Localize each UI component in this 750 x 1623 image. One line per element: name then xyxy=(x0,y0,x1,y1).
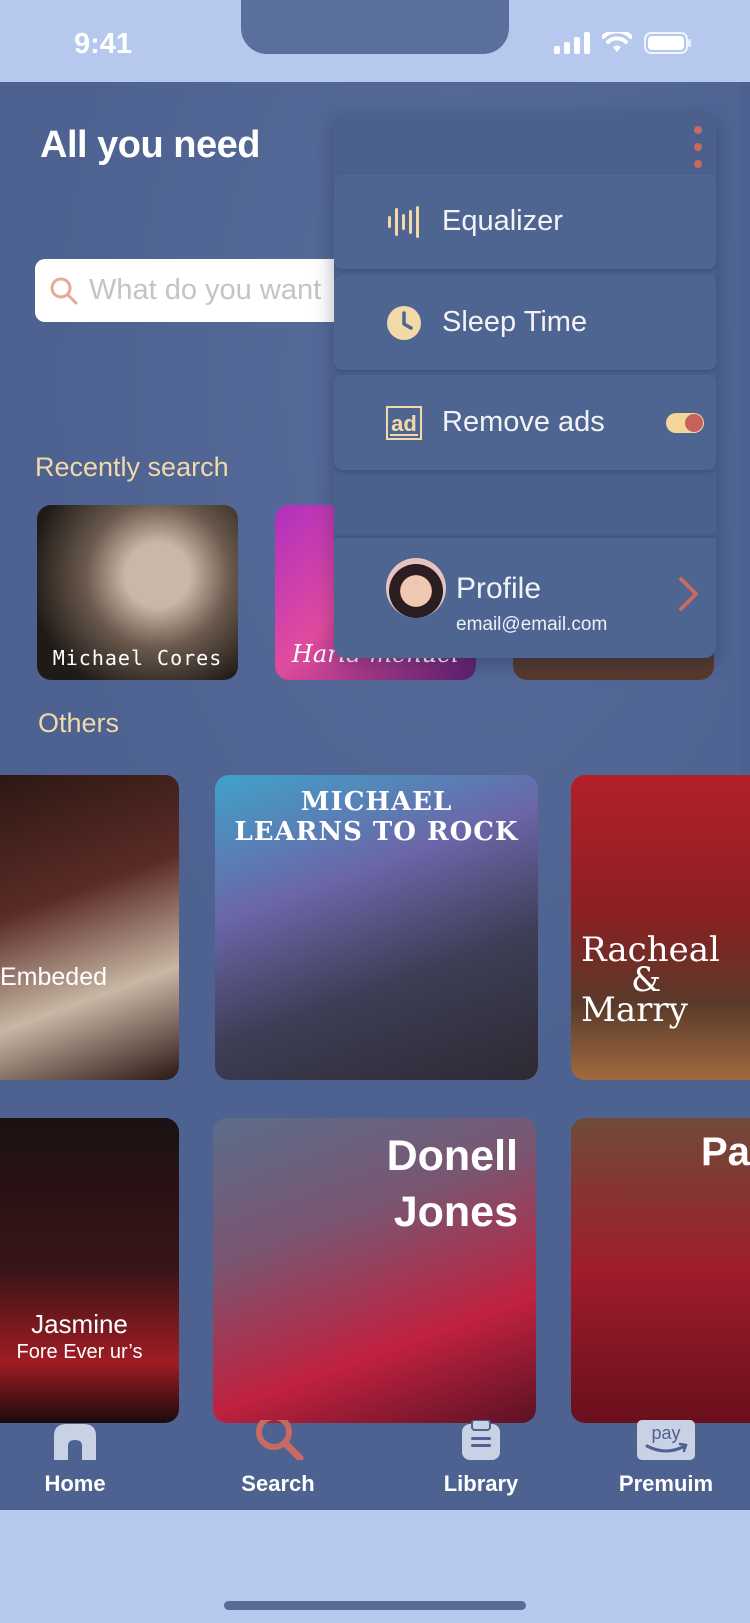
menu-item-sleep-time[interactable]: Sleep Time xyxy=(334,275,716,370)
menu-item-label: Remove ads xyxy=(442,406,605,438)
card-label-line: Marry xyxy=(581,990,688,1030)
tab-home[interactable]: Home xyxy=(5,1420,145,1497)
profile-row[interactable]: Profile email@email.com xyxy=(334,538,716,658)
tab-label: Premuim xyxy=(618,1471,714,1496)
status-icons xyxy=(554,32,692,54)
svg-text:ad: ad xyxy=(391,411,417,436)
card-label-line: Jasmine xyxy=(31,1309,128,1339)
profile-email: email@email.com xyxy=(456,614,608,635)
card-label-line: Racheal xyxy=(581,930,720,970)
menu-item-equalizer[interactable]: Equalizer xyxy=(334,174,716,269)
more-options-icon[interactable] xyxy=(688,126,708,168)
card-label: Michael Cores xyxy=(52,646,223,670)
toggle-knob xyxy=(685,413,703,432)
card-label: Pa xyxy=(701,1130,750,1174)
tab-search[interactable]: Search xyxy=(208,1414,348,1497)
card-label: MICHAEL LEARNS TO ROCK xyxy=(215,787,538,847)
tab-bar: Home Search Library pay Premuim xyxy=(0,1414,750,1510)
profile-name: Profile xyxy=(456,572,542,605)
section-others: Others xyxy=(38,708,120,738)
album-card-jasmine[interactable]: Jasmine Fore Ever ur’s xyxy=(0,1118,179,1423)
card-label-line: Donell xyxy=(386,1132,518,1180)
card-label-line: MICHAEL xyxy=(300,787,453,817)
card-label: Jasmine Fore Ever ur’s xyxy=(0,1310,179,1366)
tab-label: Home xyxy=(44,1471,106,1496)
search-icon xyxy=(50,277,78,304)
page-title: All you need xyxy=(40,124,260,166)
tab-library[interactable]: Library xyxy=(411,1419,551,1497)
album-card-racheal-marry[interactable]: Racheal & Marry xyxy=(571,775,750,1080)
clock-icon xyxy=(386,305,422,341)
card-label-line: LEARNS TO ROCK xyxy=(234,817,519,847)
menu-item-label: Sleep Time xyxy=(442,306,588,338)
card-label: Embeded xyxy=(0,963,108,991)
card-label-line: Fore Ever ur’s xyxy=(16,1341,143,1363)
home-indicator xyxy=(224,1601,526,1610)
tab-label: Search xyxy=(241,1471,315,1496)
menu-item-label: Equalizer xyxy=(442,205,563,237)
remove-ads-toggle[interactable] xyxy=(666,412,704,433)
recent-card-michael-cores[interactable]: Michael Cores xyxy=(37,505,238,680)
battery-icon xyxy=(644,32,691,54)
card-label: Donell Jones xyxy=(213,1128,536,1240)
svg-text:pay: pay xyxy=(651,1423,680,1443)
album-card-donell-jones[interactable]: Donell Jones xyxy=(213,1118,536,1423)
avatar xyxy=(386,558,446,618)
album-card-embeded[interactable]: Embeded xyxy=(0,775,179,1080)
equalizer-icon xyxy=(386,204,422,240)
cellular-signal-icon xyxy=(554,32,590,54)
card-label: Racheal & Marry xyxy=(571,930,750,1030)
chevron-right-icon[interactable] xyxy=(678,576,700,612)
home-icon xyxy=(54,1424,96,1460)
ad-icon: ad xyxy=(386,405,422,441)
clipboard-icon xyxy=(462,1419,500,1460)
amazon-pay-icon: pay xyxy=(637,1420,695,1460)
notch xyxy=(241,0,509,54)
status-time: 9:41 xyxy=(74,28,133,60)
tab-premium[interactable]: pay Premuim xyxy=(596,1420,736,1497)
section-recently-search: Recently search xyxy=(35,452,229,482)
card-label-line: Jones xyxy=(393,1188,518,1236)
wifi-icon xyxy=(602,32,632,52)
options-menu: Equalizer Sleep Time ad Remove ads Profi… xyxy=(334,114,716,658)
search-icon xyxy=(256,1414,304,1462)
status-bar: 9:41 xyxy=(0,0,750,82)
album-card-michael-learns-to-rock[interactable]: MICHAEL LEARNS TO ROCK xyxy=(215,775,538,1080)
tab-label: Library xyxy=(443,1471,519,1496)
album-card-6[interactable]: Pa xyxy=(571,1118,750,1423)
menu-item-remove-ads[interactable]: ad Remove ads xyxy=(334,375,716,470)
